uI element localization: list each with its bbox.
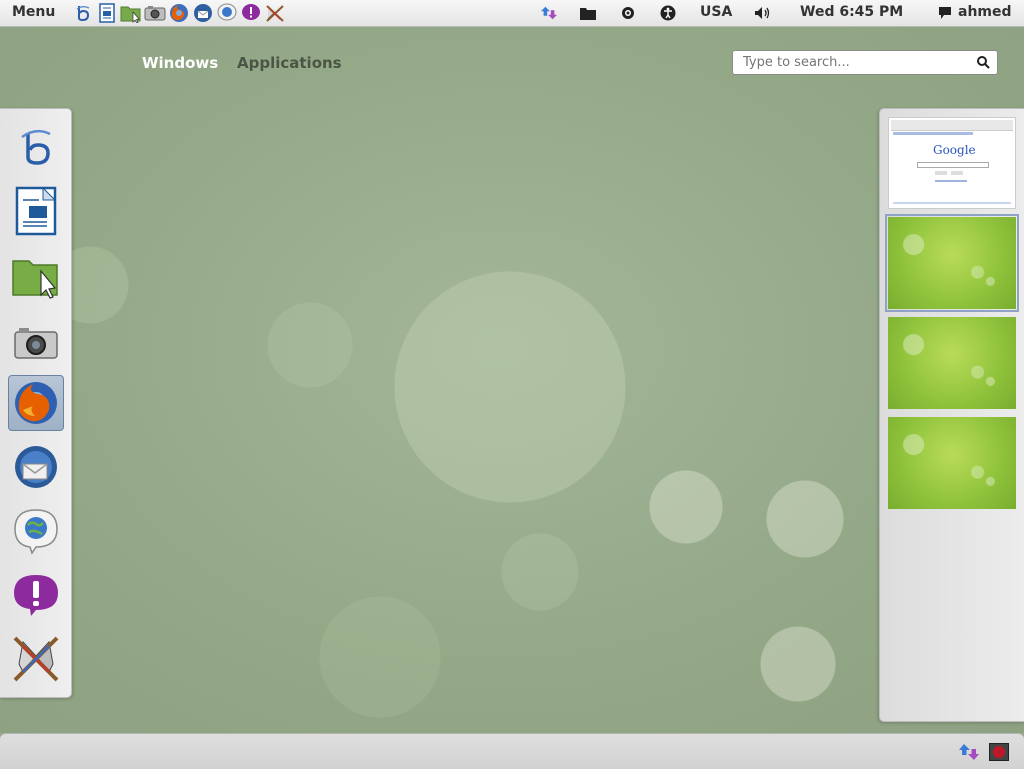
- camera-icon: [14, 328, 58, 359]
- volume-icon[interactable]: [754, 4, 772, 22]
- chat-globe-icon: [14, 509, 58, 555]
- user-menu[interactable]: ahmed: [958, 4, 1012, 20]
- app-tray-icon[interactable]: [989, 743, 1009, 761]
- google-logo: Google: [933, 143, 976, 157]
- folder-icon: [12, 260, 58, 299]
- tab-windows[interactable]: Windows: [142, 54, 218, 72]
- workspace-switcher: Google: [879, 108, 1024, 722]
- dash-item-alert[interactable]: [8, 567, 64, 623]
- thunderbird-launcher[interactable]: [192, 2, 214, 24]
- user-chat-icon: [936, 4, 954, 22]
- workspace-1[interactable]: Google: [888, 117, 1016, 209]
- search-box[interactable]: [732, 50, 998, 75]
- network-transfer-tray-icon[interactable]: [958, 742, 980, 766]
- firefox-icon: [170, 4, 188, 22]
- document-icon: [15, 186, 57, 236]
- firefox-launcher[interactable]: [168, 2, 190, 24]
- browser-window-thumbnail[interactable]: Google: [889, 118, 1015, 208]
- workspace-3[interactable]: [888, 317, 1016, 409]
- bluefish-launcher[interactable]: [72, 2, 94, 24]
- camera-icon: [144, 6, 166, 21]
- message-tray: [0, 733, 1024, 769]
- dash-item-thunderbird[interactable]: [8, 439, 64, 495]
- chat-globe-icon: [217, 3, 237, 21]
- bluefish-icon: [76, 6, 90, 22]
- accessibility-icon[interactable]: [659, 4, 677, 22]
- dash-item-firefox[interactable]: [8, 375, 64, 431]
- exclamation-bubble-icon: [14, 575, 58, 616]
- writer-launcher[interactable]: [96, 2, 118, 24]
- dash-item-chat[interactable]: [8, 503, 64, 559]
- media-status-icon[interactable]: [619, 4, 637, 22]
- search-input[interactable]: [741, 54, 975, 71]
- files-launcher[interactable]: [120, 2, 142, 24]
- crossed-swords-icon: [13, 636, 59, 682]
- top-panel: Menu USA Wed 6:45 PM ahmed: [0, 0, 1024, 27]
- game-launcher[interactable]: [264, 2, 286, 24]
- menu-button[interactable]: Menu: [12, 4, 55, 20]
- workspace-2[interactable]: [885, 214, 1019, 312]
- firefox-icon: [15, 382, 57, 424]
- tab-applications[interactable]: Applications: [237, 54, 342, 72]
- exclamation-bubble-icon: [242, 4, 260, 20]
- desktop-background: [0, 27, 1024, 733]
- clock[interactable]: Wed 6:45 PM: [800, 4, 903, 20]
- dash-item-game[interactable]: [8, 631, 64, 687]
- chat-launcher[interactable]: [216, 2, 238, 24]
- bluefish-icon: [21, 129, 51, 165]
- dash: [0, 108, 72, 698]
- keyboard-layout-indicator[interactable]: USA: [700, 4, 732, 20]
- folder-icon: [120, 6, 141, 23]
- crossed-swords-icon: [266, 5, 284, 22]
- dash-item-file-manager[interactable]: [8, 249, 64, 305]
- dash-item-camera[interactable]: [8, 315, 64, 371]
- network-transfer-icon[interactable]: [540, 4, 558, 22]
- camera-launcher[interactable]: [144, 2, 166, 24]
- search-icon[interactable]: [976, 55, 990, 69]
- thunderbird-icon: [15, 446, 57, 488]
- folder-places-icon[interactable]: [579, 4, 597, 22]
- thunderbird-icon: [194, 4, 212, 22]
- document-icon: [99, 3, 115, 23]
- alert-launcher[interactable]: [240, 2, 262, 24]
- workspace-4[interactable]: [888, 417, 1016, 509]
- dash-item-bluefish[interactable]: [8, 119, 64, 175]
- dash-item-libreoffice-writer[interactable]: [8, 183, 64, 239]
